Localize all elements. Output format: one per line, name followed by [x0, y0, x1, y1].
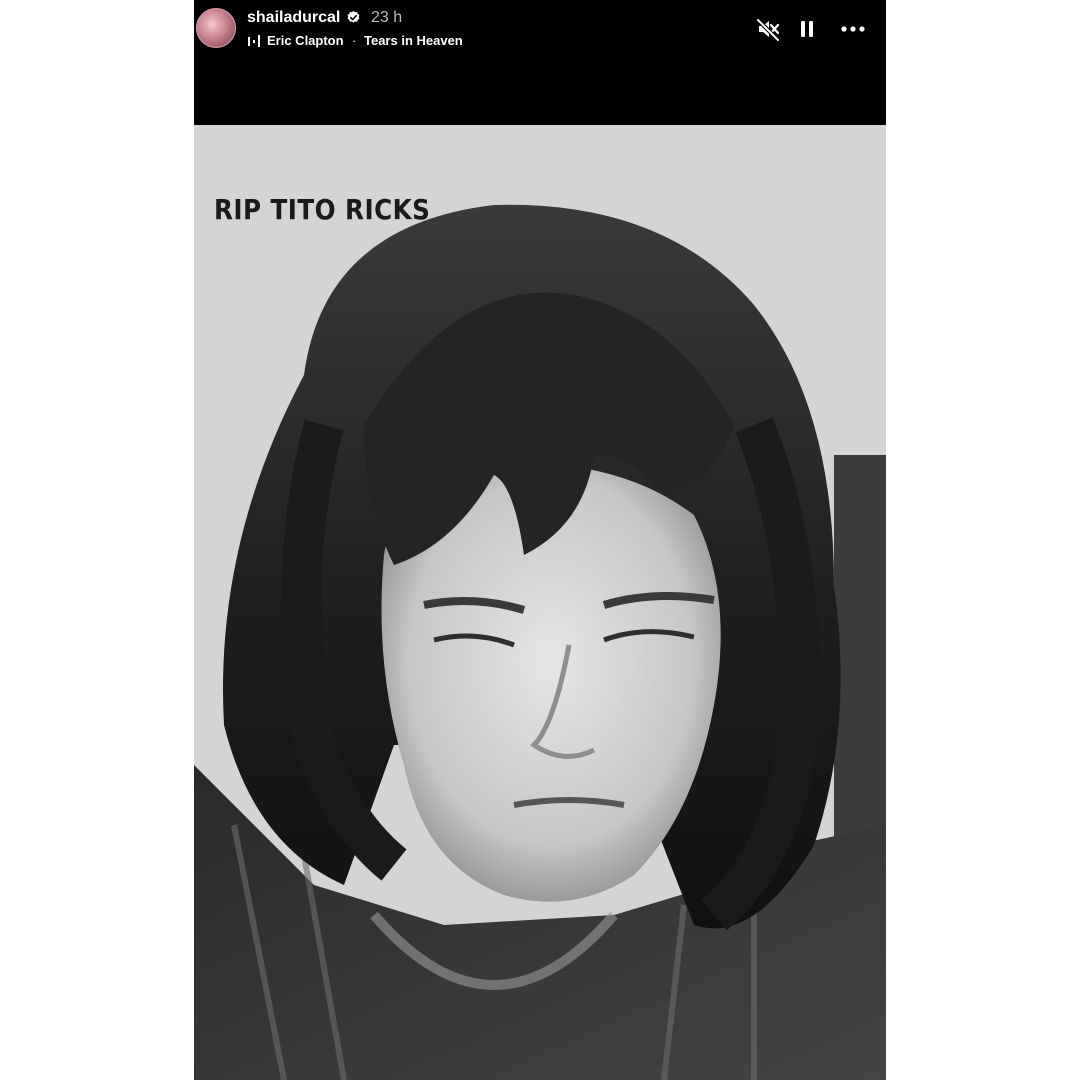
verified-badge-icon: [347, 10, 360, 23]
portrait-illustration: [194, 125, 886, 1080]
username-link[interactable]: shailadurcal: [247, 8, 340, 28]
music-artist-link[interactable]: Eric Clapton: [267, 33, 344, 49]
page: shailadurcal 23 h Eric Clapton · Tears i…: [0, 0, 1080, 1080]
pause-icon[interactable]: [793, 15, 821, 43]
profile-avatar[interactable]: [196, 8, 236, 48]
speaker-muted-icon[interactable]: [754, 15, 782, 43]
story-viewer: shailadurcal 23 h Eric Clapton · Tears i…: [194, 0, 886, 1080]
music-title-link[interactable]: Tears in Heaven: [364, 33, 463, 49]
music-separator: ·: [352, 33, 357, 48]
story-photo: RIP TITO RICKS: [194, 125, 886, 1080]
more-horizontal-icon[interactable]: [839, 15, 867, 43]
post-time: 23 h: [371, 9, 403, 26]
story-caption: RIP TITO RICKS: [214, 193, 431, 226]
music-bars-icon: [248, 35, 260, 47]
story-header: shailadurcal 23 h Eric Clapton · Tears i…: [194, 0, 886, 125]
